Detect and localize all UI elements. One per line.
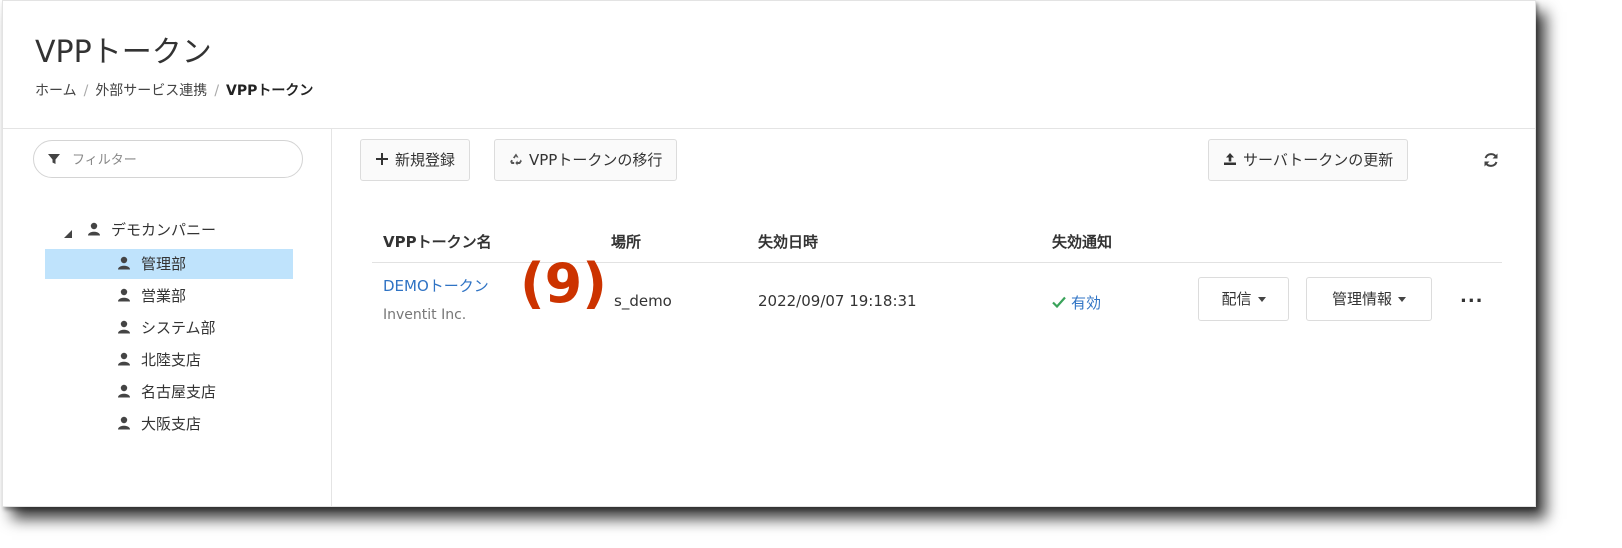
user-icon: [118, 320, 130, 334]
callout-annotation: (9): [520, 252, 607, 315]
user-icon: [118, 384, 130, 398]
main-content: 新規登録 VPPトークンの移行 サーバトークンの更新 VPPトークン名 場所 失…: [332, 129, 1535, 506]
breadcrumb-separator: /: [83, 83, 89, 99]
column-header-name[interactable]: VPPトークン名: [383, 231, 492, 252]
tree-item-label: 大阪支店: [141, 415, 202, 433]
user-icon: [118, 416, 130, 430]
update-server-token-button[interactable]: サーバトークンの更新: [1208, 139, 1409, 181]
manage-info-dropdown-button[interactable]: 管理情報: [1306, 277, 1432, 321]
app-window: VPPトークン ホーム/外部サービス連携/VPPトークン デモカンパニー 管理部…: [2, 0, 1536, 507]
column-header-expires[interactable]: 失効日時: [758, 231, 818, 252]
user-icon: [118, 256, 130, 270]
tree-root[interactable]: デモカンパニー: [87, 215, 216, 245]
new-button-label: 新規登録: [395, 151, 456, 169]
tree-item-label: システム部: [141, 319, 216, 337]
deliver-label: 配信: [1221, 290, 1252, 308]
tree-item-kanribu[interactable]: 管理部: [45, 249, 293, 279]
tree-item-eigyobu[interactable]: 営業部: [117, 281, 186, 311]
filter-icon: [48, 154, 60, 164]
breadcrumb-home[interactable]: ホーム: [35, 83, 77, 99]
refresh-icon[interactable]: [1482, 151, 1500, 169]
column-header-notify[interactable]: 失効通知: [1052, 231, 1112, 252]
page-title: VPPトークン: [35, 35, 212, 70]
tree-item-systembu[interactable]: システム部: [117, 313, 216, 343]
filter-input[interactable]: [70, 147, 294, 173]
tree-item-label: 北陸支店: [141, 351, 202, 369]
token-expires: 2022/09/07 19:18:31: [758, 292, 917, 310]
token-org: Inventit Inc.: [383, 307, 467, 323]
plus-icon: [376, 153, 388, 165]
chevron-down-icon: [1257, 297, 1266, 302]
notify-status-label: 有効: [1071, 294, 1102, 312]
tree-item-osaka[interactable]: 大阪支店: [117, 409, 201, 439]
tree-item-label: 営業部: [141, 287, 187, 305]
user-icon: [88, 222, 100, 236]
user-icon: [118, 288, 130, 302]
recycle-icon: [510, 153, 522, 166]
filter-box[interactable]: [33, 140, 303, 178]
tree-item-hokuriku[interactable]: 北陸支店: [117, 345, 201, 375]
tree-item-label: 管理部: [141, 255, 187, 273]
token-name-link[interactable]: DEMOトークン: [383, 275, 489, 296]
tree-root-label: デモカンパニー: [111, 221, 217, 239]
more-options-icon[interactable]: ...: [1460, 286, 1484, 307]
user-icon: [118, 352, 130, 366]
breadcrumb: ホーム / 外部サービス連携 / VPPトークン: [35, 80, 313, 100]
sidebar: デモカンパニー 管理部 営業部 システム部 北陸支店 名古屋支店 大阪支店: [3, 129, 332, 506]
check-icon: [1052, 296, 1066, 308]
upload-icon: [1224, 153, 1236, 165]
migrate-button-label: VPPトークンの移行: [529, 151, 663, 169]
breadcrumb-external-services[interactable]: 外部サービス連携: [95, 83, 207, 99]
new-button[interactable]: 新規登録: [360, 139, 471, 181]
deliver-dropdown-button[interactable]: 配信: [1198, 277, 1289, 321]
migrate-button[interactable]: VPPトークンの移行: [494, 139, 678, 181]
collapse-caret-icon[interactable]: [63, 229, 73, 239]
column-header-location[interactable]: 場所: [611, 231, 641, 252]
notify-status: 有効: [1052, 292, 1101, 313]
tree-item-label: 名古屋支店: [141, 383, 217, 401]
update-button-label: サーバトークンの更新: [1243, 151, 1394, 169]
page-header: VPPトークン ホーム / 外部サービス連携 / VPPトークン: [3, 1, 1535, 129]
tree-item-nagoya[interactable]: 名古屋支店: [117, 377, 216, 407]
chevron-down-icon: [1398, 297, 1406, 302]
breadcrumb-separator: /: [214, 83, 220, 99]
breadcrumb-current: VPPトークン: [226, 83, 314, 99]
manage-info-label: 管理情報: [1331, 290, 1392, 308]
token-location: s_demo: [614, 292, 672, 310]
